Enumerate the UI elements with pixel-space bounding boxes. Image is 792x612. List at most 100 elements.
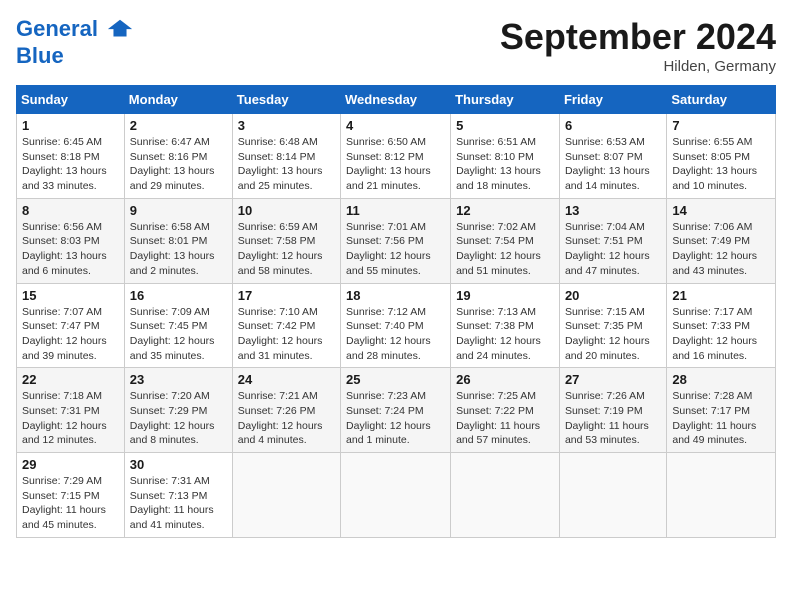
month-title: September 2024 [500, 16, 776, 58]
calendar-cell: 7Sunrise: 6:55 AMSunset: 8:05 PMDaylight… [667, 114, 776, 199]
day-number: 27 [565, 372, 661, 387]
calendar-cell: 25 Sunrise: 7:23 AMSunset: 7:24 PMDayligh… [341, 368, 451, 453]
day-number: 24 [238, 372, 335, 387]
day-detail: Sunrise: 6:58 AMSunset: 8:01 PMDaylight:… [130, 220, 227, 279]
day-number: 5 [456, 118, 554, 133]
calendar-cell [667, 453, 776, 538]
day-detail: Sunrise: 6:53 AMSunset: 8:07 PMDaylight:… [565, 135, 661, 194]
day-number: 4 [346, 118, 445, 133]
day-detail: Sunrise: 7:01 AMSunset: 7:56 PMDaylight:… [346, 220, 445, 279]
calendar-cell: 30 Sunrise: 7:31 AMSunset: 7:13 PMDayligh… [124, 453, 232, 538]
day-number: 22 [22, 372, 119, 387]
calendar-header: SundayMondayTuesdayWednesdayThursdayFrid… [17, 86, 776, 114]
day-detail: Sunrise: 7:18 AMSunset: 7:31 PMDaylight:… [22, 389, 119, 448]
day-detail: Sunrise: 6:45 AMSunset: 8:18 PMDaylight:… [22, 135, 119, 194]
day-number: 25 [346, 372, 445, 387]
calendar-cell: 11 Sunrise: 7:01 AMSunset: 7:56 PMDayligh… [341, 198, 451, 283]
day-detail: Sunrise: 7:21 AMSunset: 7:26 PMDaylight:… [238, 389, 335, 448]
day-detail: Sunrise: 7:17 AMSunset: 7:33 PMDaylight:… [672, 305, 770, 364]
day-number: 13 [565, 203, 661, 218]
calendar-cell: 29Sunrise: 7:29 AMSunset: 7:15 PMDayligh… [17, 453, 125, 538]
day-number: 23 [130, 372, 227, 387]
title-block: September 2024 Hilden, Germany [500, 16, 776, 75]
calendar-week-1: 1 Sunrise: 6:45 AMSunset: 8:18 PMDaylight… [17, 114, 776, 199]
calendar-cell: 13 Sunrise: 7:04 AMSunset: 7:51 PMDayligh… [559, 198, 666, 283]
day-number: 14 [672, 203, 770, 218]
day-detail: Sunrise: 7:09 AMSunset: 7:45 PMDaylight:… [130, 305, 227, 364]
day-detail: Sunrise: 6:59 AMSunset: 7:58 PMDaylight:… [238, 220, 335, 279]
day-detail: Sunrise: 6:51 AMSunset: 8:10 PMDaylight:… [456, 135, 554, 194]
calendar-cell: 23 Sunrise: 7:20 AMSunset: 7:29 PMDayligh… [124, 368, 232, 453]
calendar-week-4: 22 Sunrise: 7:18 AMSunset: 7:31 PMDayligh… [17, 368, 776, 453]
day-detail: Sunrise: 6:48 AMSunset: 8:14 PMDaylight:… [238, 135, 335, 194]
calendar-cell: 12Sunrise: 7:02 AMSunset: 7:54 PMDayligh… [451, 198, 560, 283]
day-number: 15 [22, 288, 119, 303]
location: Hilden, Germany [500, 58, 776, 75]
logo-blue: Blue [16, 44, 134, 68]
day-detail: Sunrise: 7:31 AMSunset: 7:13 PMDaylight:… [130, 474, 227, 533]
day-detail: Sunrise: 6:47 AMSunset: 8:16 PMDaylight:… [130, 135, 227, 194]
day-number: 16 [130, 288, 227, 303]
col-header-sunday: Sunday [17, 86, 125, 114]
day-detail: Sunrise: 7:26 AMSunset: 7:19 PMDaylight:… [565, 389, 661, 448]
day-detail: Sunrise: 6:50 AMSunset: 8:12 PMDaylight:… [346, 135, 445, 194]
day-number: 3 [238, 118, 335, 133]
day-detail: Sunrise: 7:10 AMSunset: 7:42 PMDaylight:… [238, 305, 335, 364]
logo-general: General [16, 16, 98, 41]
logo-bird-icon [106, 16, 134, 44]
calendar-cell [232, 453, 340, 538]
logo: General Blue [16, 16, 134, 68]
calendar-cell: 14 Sunrise: 7:06 AMSunset: 7:49 PMDayligh… [667, 198, 776, 283]
col-header-tuesday: Tuesday [232, 86, 340, 114]
day-number: 30 [130, 457, 227, 472]
calendar-cell: 26Sunrise: 7:25 AMSunset: 7:22 PMDayligh… [451, 368, 560, 453]
calendar-cell: 27 Sunrise: 7:26 AMSunset: 7:19 PMDayligh… [559, 368, 666, 453]
day-number: 12 [456, 203, 554, 218]
day-number: 20 [565, 288, 661, 303]
calendar-cell: 15Sunrise: 7:07 AMSunset: 7:47 PMDayligh… [17, 283, 125, 368]
calendar-cell: 16 Sunrise: 7:09 AMSunset: 7:45 PMDayligh… [124, 283, 232, 368]
day-number: 6 [565, 118, 661, 133]
day-number: 26 [456, 372, 554, 387]
day-number: 10 [238, 203, 335, 218]
day-detail: Sunrise: 7:04 AMSunset: 7:51 PMDaylight:… [565, 220, 661, 279]
day-detail: Sunrise: 7:28 AMSunset: 7:17 PMDaylight:… [672, 389, 770, 448]
day-number: 7 [672, 118, 770, 133]
day-number: 11 [346, 203, 445, 218]
day-number: 18 [346, 288, 445, 303]
calendar-cell: 3 Sunrise: 6:48 AMSunset: 8:14 PMDaylight… [232, 114, 340, 199]
logo-text: General [16, 16, 134, 44]
calendar-cell: 4 Sunrise: 6:50 AMSunset: 8:12 PMDaylight… [341, 114, 451, 199]
calendar-cell: 2 Sunrise: 6:47 AMSunset: 8:16 PMDaylight… [124, 114, 232, 199]
day-detail: Sunrise: 7:20 AMSunset: 7:29 PMDaylight:… [130, 389, 227, 448]
day-number: 2 [130, 118, 227, 133]
day-number: 28 [672, 372, 770, 387]
page-header: General Blue September 2024 Hilden, Germ… [16, 16, 776, 75]
calendar-cell: 1 Sunrise: 6:45 AMSunset: 8:18 PMDaylight… [17, 114, 125, 199]
col-header-friday: Friday [559, 86, 666, 114]
calendar-cell: 18Sunrise: 7:12 AMSunset: 7:40 PMDayligh… [341, 283, 451, 368]
calendar-cell: 8Sunrise: 6:56 AMSunset: 8:03 PMDaylight… [17, 198, 125, 283]
day-number: 1 [22, 118, 119, 133]
calendar-cell: 20 Sunrise: 7:15 AMSunset: 7:35 PMDayligh… [559, 283, 666, 368]
col-header-saturday: Saturday [667, 86, 776, 114]
calendar-cell: 21 Sunrise: 7:17 AMSunset: 7:33 PMDayligh… [667, 283, 776, 368]
day-detail: Sunrise: 7:06 AMSunset: 7:49 PMDaylight:… [672, 220, 770, 279]
col-header-monday: Monday [124, 86, 232, 114]
calendar-cell [451, 453, 560, 538]
col-header-wednesday: Wednesday [341, 86, 451, 114]
day-number: 21 [672, 288, 770, 303]
calendar-cell: 10 Sunrise: 6:59 AMSunset: 7:58 PMDayligh… [232, 198, 340, 283]
day-detail: Sunrise: 7:15 AMSunset: 7:35 PMDaylight:… [565, 305, 661, 364]
calendar-table: SundayMondayTuesdayWednesdayThursdayFrid… [16, 85, 776, 538]
calendar-cell: 17Sunrise: 7:10 AMSunset: 7:42 PMDayligh… [232, 283, 340, 368]
calendar-week-3: 15Sunrise: 7:07 AMSunset: 7:47 PMDayligh… [17, 283, 776, 368]
calendar-cell: 22 Sunrise: 7:18 AMSunset: 7:31 PMDayligh… [17, 368, 125, 453]
calendar-cell: 28 Sunrise: 7:28 AMSunset: 7:17 PMDayligh… [667, 368, 776, 453]
calendar-cell: 6 Sunrise: 6:53 AMSunset: 8:07 PMDaylight… [559, 114, 666, 199]
calendar-cell: 9Sunrise: 6:58 AMSunset: 8:01 PMDaylight… [124, 198, 232, 283]
day-detail: Sunrise: 7:23 AMSunset: 7:24 PMDaylight:… [346, 389, 445, 448]
day-detail: Sunrise: 6:56 AMSunset: 8:03 PMDaylight:… [22, 220, 119, 279]
calendar-cell [341, 453, 451, 538]
calendar-cell: 24 Sunrise: 7:21 AMSunset: 7:26 PMDayligh… [232, 368, 340, 453]
